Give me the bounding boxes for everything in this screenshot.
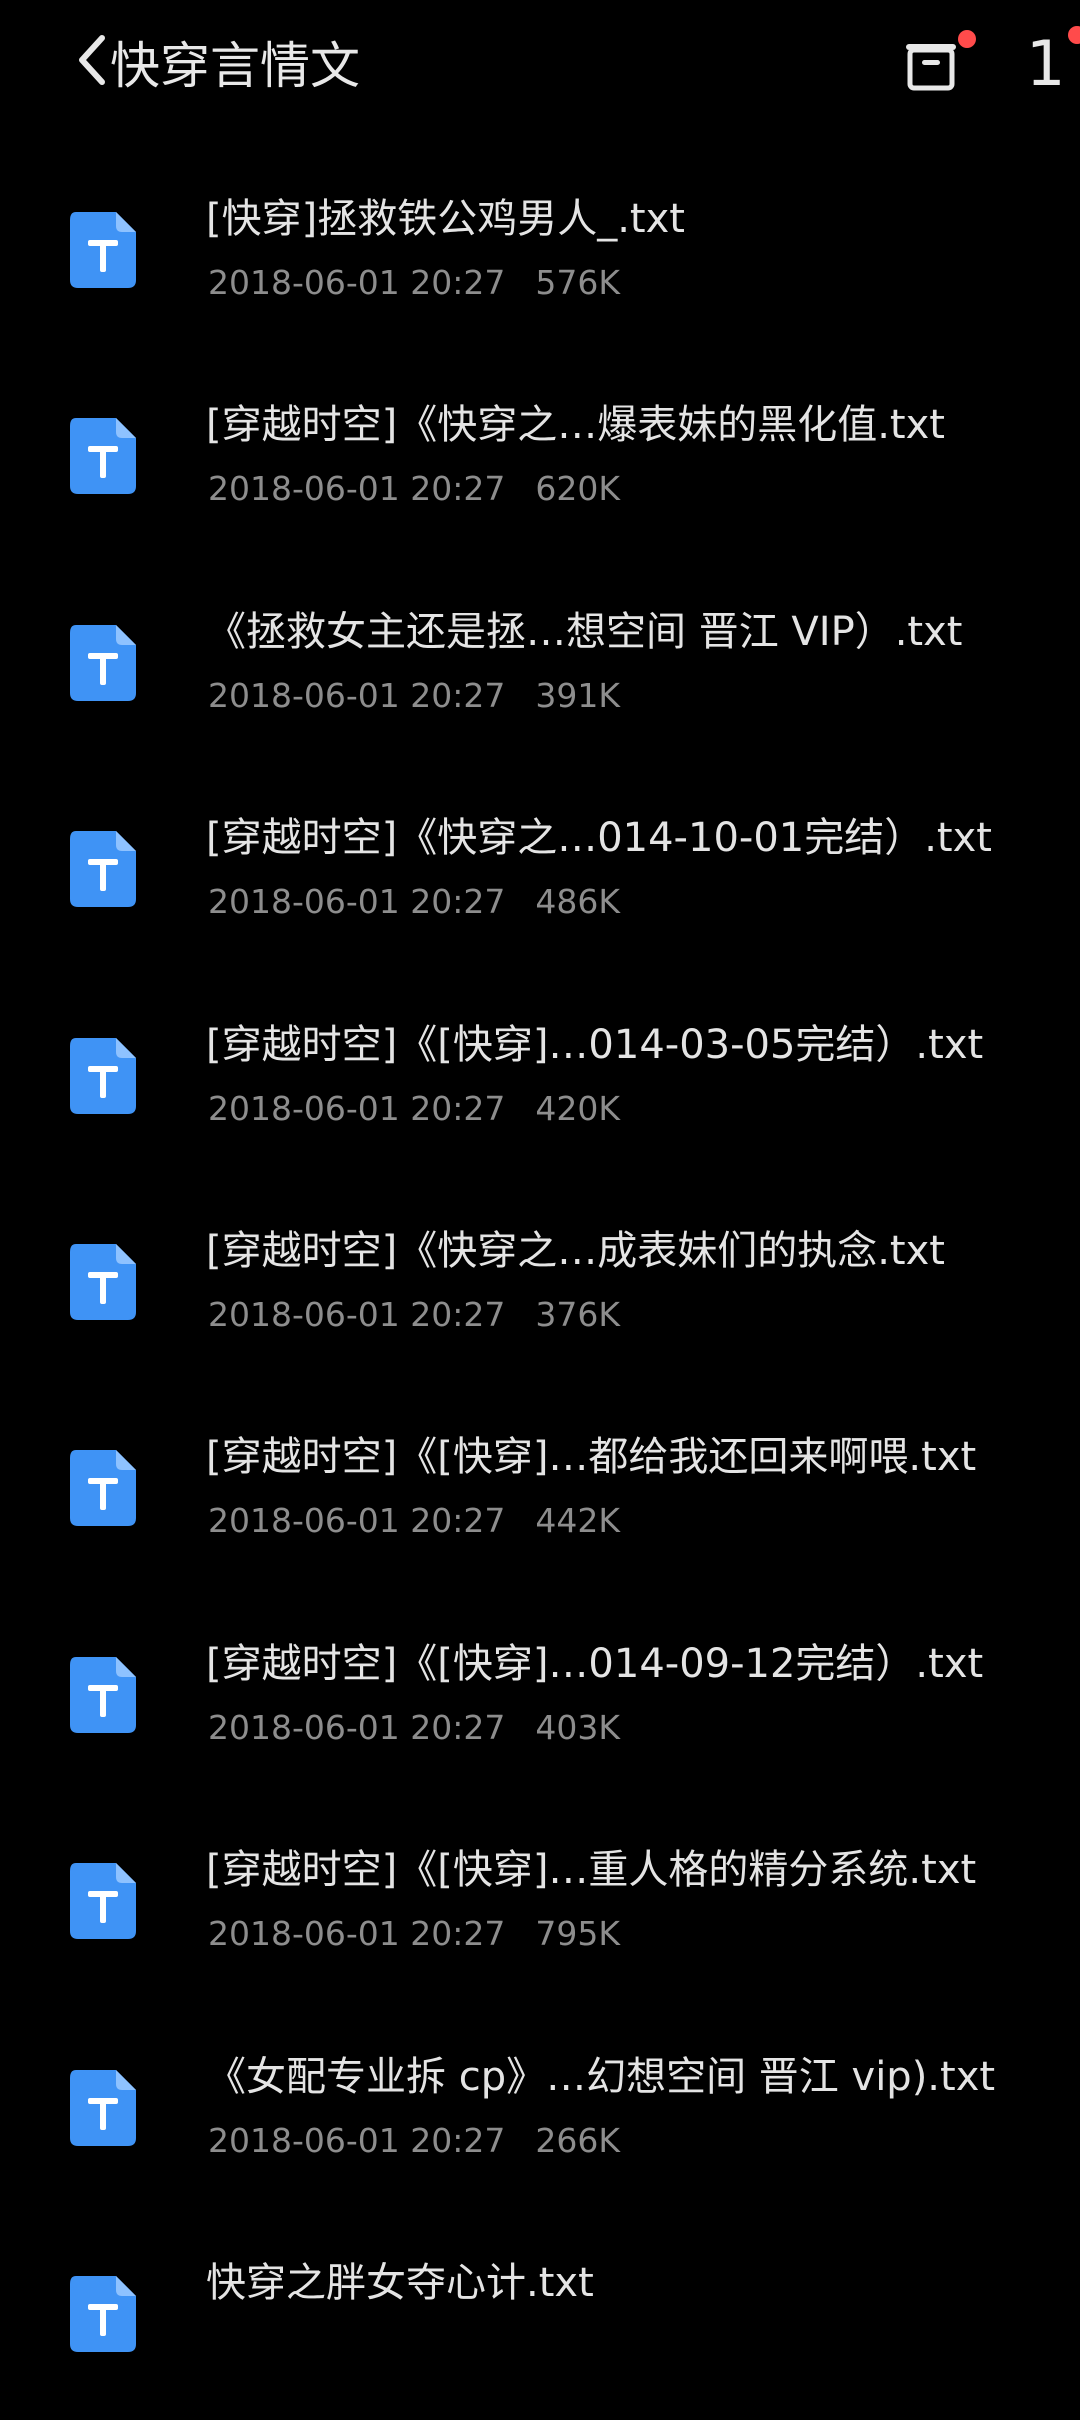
file-size: 442K xyxy=(535,1501,621,1541)
file-list: [快穿]拯救铁公鸡男人_.txt 2018-06-01 20:27 576K [穿… xyxy=(0,150,1080,2420)
file-meta: 2018-06-01 20:27 266K xyxy=(208,2118,620,2164)
text-file-icon xyxy=(68,416,138,496)
text-file-icon xyxy=(68,1448,138,1528)
file-row[interactable]: [穿越时空]《[快穿]…014-09-12完结）.txt 2018-06-01 … xyxy=(0,1595,1080,1801)
file-date: 2018-06-01 20:27 xyxy=(208,469,506,509)
file-date: 2018-06-01 20:27 xyxy=(208,1707,506,1747)
file-size: 620K xyxy=(535,469,621,509)
file-date: 2018-06-01 20:27 xyxy=(208,1914,506,1954)
file-date: 2018-06-01 20:27 xyxy=(208,1294,506,1334)
text-file-icon xyxy=(68,210,138,290)
file-size: 376K xyxy=(535,1294,621,1334)
text-file-icon xyxy=(68,1036,138,1116)
file-name: [穿越时空]《[快穿]…重人格的精分系统.txt xyxy=(206,1847,977,1894)
file-row[interactable]: [穿越时空]《[快穿]…都给我还回来啊喂.txt 2018-06-01 20:2… xyxy=(0,1388,1080,1594)
file-size: 391K xyxy=(535,675,621,715)
file-row[interactable]: [穿越时空]《快穿之…014-10-01完结）.txt 2018-06-01 2… xyxy=(0,769,1080,975)
file-name: [穿越时空]《[快穿]…都给我还回来啊喂.txt xyxy=(206,1434,977,1481)
file-size: 266K xyxy=(535,2120,621,2160)
file-meta: 2018-06-01 20:27 442K xyxy=(208,1498,620,1544)
file-row[interactable]: [穿越时空]《[快穿]…重人格的精分系统.txt 2018-06-01 20:2… xyxy=(0,1801,1080,2007)
file-date: 2018-06-01 20:27 xyxy=(208,882,506,922)
task-manager-button[interactable] xyxy=(900,30,962,96)
file-name: [穿越时空]《[快穿]…014-09-12完结）.txt xyxy=(206,1640,984,1687)
file-size: 420K xyxy=(535,1088,621,1128)
file-size: 486K xyxy=(535,882,621,922)
file-meta: 2018-06-01 20:27 486K xyxy=(208,879,620,925)
text-file-icon xyxy=(68,829,138,909)
file-meta: 2018-06-01 20:27 376K xyxy=(208,1292,620,1338)
top-bar: 快穿言情文 1 xyxy=(0,0,1080,130)
file-name: [穿越时空]《快穿之…014-10-01完结）.txt xyxy=(206,815,992,862)
file-meta: 2018-06-01 20:27 403K xyxy=(208,1705,620,1751)
file-meta: 2018-06-01 20:27 795K xyxy=(208,1911,620,1957)
file-row[interactable]: [快穿]拯救铁公鸡男人_.txt 2018-06-01 20:27 576K xyxy=(0,150,1080,356)
file-name: 《女配专业拆 cp》…幻想空间 晋江 vip).txt xyxy=(206,2053,996,2100)
file-name: [穿越时空]《[快穿]…014-03-05完结）.txt xyxy=(206,1021,984,1068)
file-date: 2018-06-01 20:27 xyxy=(208,675,506,715)
file-size: 795K xyxy=(535,1914,621,1954)
page-title: 快穿言情文 xyxy=(110,37,360,95)
text-file-icon xyxy=(68,2068,138,2148)
notification-dot-2 xyxy=(1068,26,1080,44)
file-meta: 2018-06-01 20:27 576K xyxy=(208,260,620,306)
file-row[interactable]: [穿越时空]《快穿之…爆表妹的黑化值.txt 2018-06-01 20:27 6… xyxy=(0,356,1080,562)
file-name: [穿越时空]《快穿之…成表妹们的执念.txt xyxy=(206,1227,945,1274)
text-file-icon xyxy=(68,623,138,703)
text-file-icon xyxy=(68,1242,138,1322)
file-meta: 2018-06-01 20:27 420K xyxy=(208,1086,620,1132)
box-icon xyxy=(906,44,956,91)
file-row[interactable]: 《女配专业拆 cp》…幻想空间 晋江 vip).txt 2018-06-01 2… xyxy=(0,2008,1080,2214)
file-meta xyxy=(208,2324,238,2370)
file-name: [快穿]拯救铁公鸡男人_.txt xyxy=(206,196,685,242)
file-name: [穿越时空]《快穿之…爆表妹的黑化值.txt xyxy=(206,402,945,449)
file-row[interactable]: 《拯救女主还是拯…想空间 晋江 VIP）.txt 2018-06-01 20:2… xyxy=(0,563,1080,769)
file-row[interactable]: [穿越时空]《[快穿]…014-03-05完结）.txt 2018-06-01 … xyxy=(0,976,1080,1182)
notification-dot xyxy=(958,30,976,48)
text-file-icon xyxy=(68,1861,138,1941)
file-date: 2018-06-01 20:27 xyxy=(208,1088,506,1128)
file-row[interactable]: 快穿之胖女夺心计.txt xyxy=(0,2214,1080,2420)
file-size: 576K xyxy=(535,263,621,302)
file-date: 2018-06-01 20:27 xyxy=(208,2120,506,2160)
file-name: 快穿之胖女夺心计.txt xyxy=(206,2259,594,2306)
file-row[interactable]: [穿越时空]《快穿之…成表妹们的执念.txt 2018-06-01 20:27 3… xyxy=(0,1182,1080,1388)
file-name: 《拯救女主还是拯…想空间 晋江 VIP）.txt xyxy=(206,608,963,655)
text-file-icon xyxy=(68,1655,138,1735)
file-date: 2018-06-01 20:27 xyxy=(208,1501,506,1541)
file-meta: 2018-06-01 20:27 391K xyxy=(208,673,620,719)
file-meta: 2018-06-01 20:27 620K xyxy=(208,466,620,512)
file-size: 403K xyxy=(535,1707,621,1747)
selection-counter: 1 xyxy=(1026,27,1066,100)
file-date: 2018-06-01 20:27 xyxy=(208,263,506,302)
text-file-icon xyxy=(68,2274,138,2354)
